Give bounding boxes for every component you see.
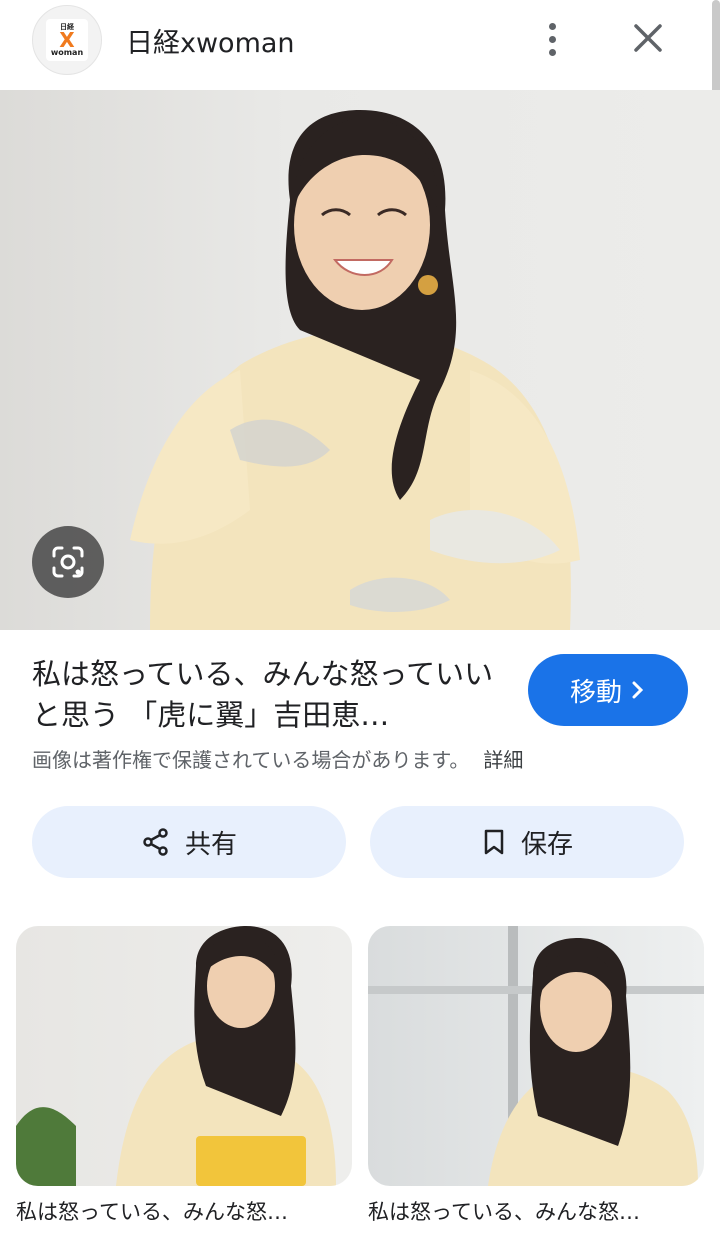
google-lens-icon[interactable] xyxy=(32,526,104,598)
top-bar: 日経 X woman 日経xwoman xyxy=(0,0,720,90)
nikkei-xwoman-logo: 日経 X woman xyxy=(46,19,88,61)
related-image-2[interactable] xyxy=(368,926,704,1186)
related-title-2[interactable]: 私は怒っている、みんな怒… xyxy=(368,1196,698,1226)
related-photo-1 xyxy=(16,926,336,1186)
share-button[interactable]: 共有 xyxy=(32,806,346,878)
site-logo[interactable]: 日経 X woman xyxy=(32,5,102,75)
save-button[interactable]: 保存 xyxy=(370,806,684,878)
copyright-text: 画像は著作権で保護されている場合があります。 xyxy=(32,748,470,772)
logo-mark: X xyxy=(59,27,75,52)
more-options-icon[interactable] xyxy=(534,17,570,61)
site-name[interactable]: 日経xwoman xyxy=(126,21,295,60)
result-title[interactable]: 私は怒っている、みんな怒っていいと思う 「虎に翼」吉田恵… xyxy=(32,654,502,736)
logo-text-bottom: woman xyxy=(50,47,84,57)
share-label: 共有 xyxy=(184,829,237,860)
share-icon xyxy=(143,828,168,856)
visit-button[interactable]: 移動 xyxy=(528,654,688,726)
details-link[interactable]: 詳細 xyxy=(483,748,523,772)
save-label: 保存 xyxy=(520,829,573,860)
related-title-1[interactable]: 私は怒っている、みんな怒… xyxy=(16,1196,346,1226)
related-photo-2 xyxy=(368,926,704,1186)
main-image[interactable] xyxy=(0,90,720,630)
visit-button-label: 移動 xyxy=(569,677,622,708)
portrait-photo xyxy=(130,110,580,630)
close-icon[interactable] xyxy=(628,18,668,58)
related-image-1[interactable] xyxy=(16,926,352,1186)
chevron-right-icon xyxy=(632,681,644,699)
bookmark-icon xyxy=(484,829,504,855)
copyright-notice: 画像は著作権で保護されている場合があります。 詳細 xyxy=(32,744,523,773)
